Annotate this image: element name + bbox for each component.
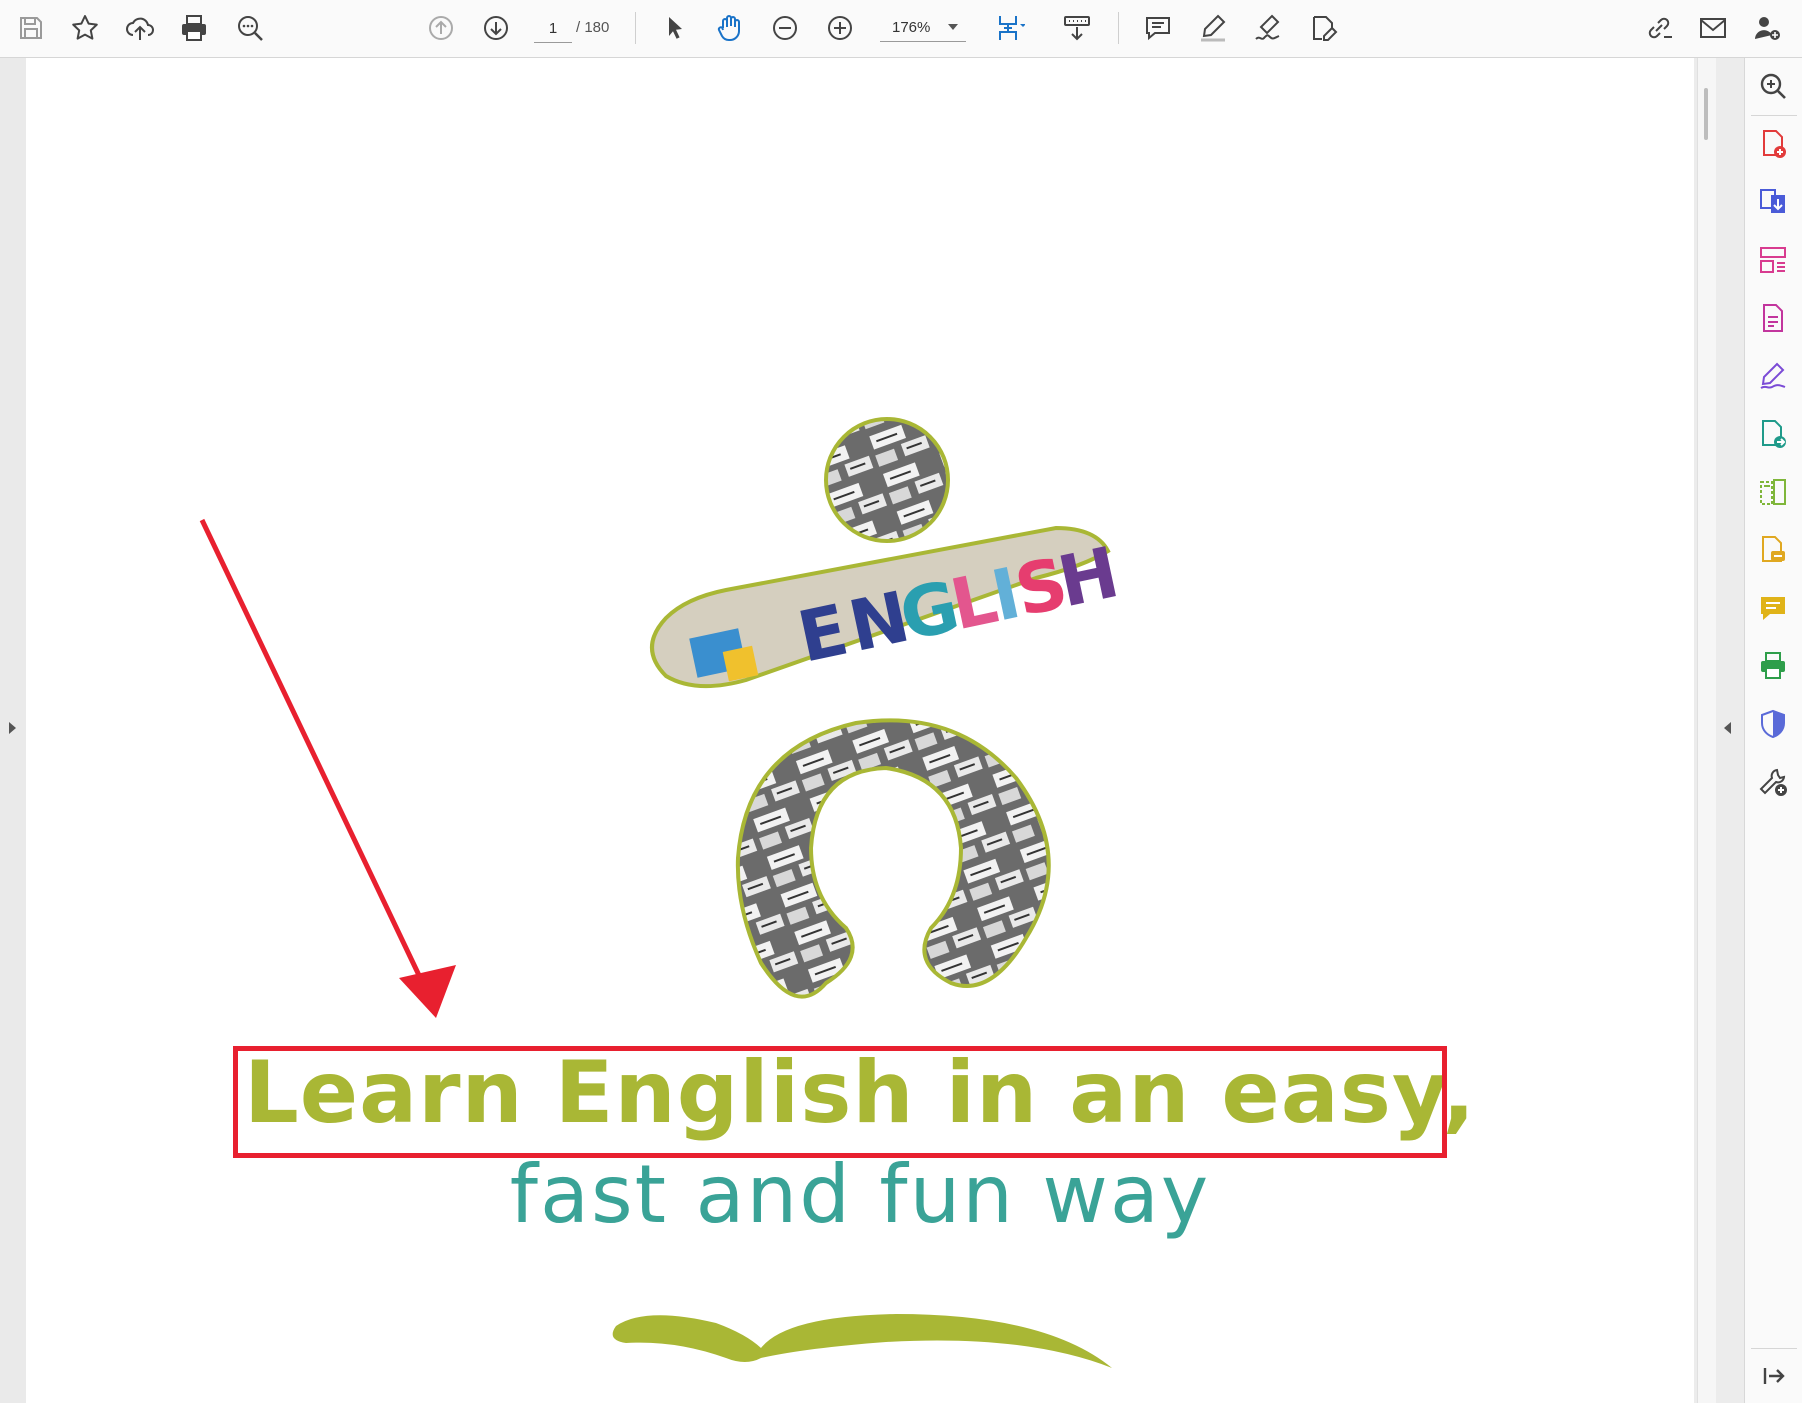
- hand-icon[interactable]: [712, 10, 748, 46]
- fill-sign-icon[interactable]: [1753, 356, 1793, 396]
- email-icon[interactable]: [1695, 10, 1731, 46]
- print-icon[interactable]: [176, 10, 212, 46]
- edit-text-icon[interactable]: [1305, 10, 1341, 46]
- toolbar-divider: [1118, 12, 1119, 44]
- left-navigation-gutter: [0, 58, 26, 1403]
- page-total-label: / 180: [576, 19, 610, 36]
- zoom-out-icon[interactable]: [767, 10, 803, 46]
- zoom-in-icon[interactable]: [822, 10, 858, 46]
- organize-pages-icon[interactable]: [1753, 240, 1793, 280]
- subline-text: fast and fun way: [509, 1148, 1211, 1241]
- page-down-icon[interactable]: [478, 10, 514, 46]
- scroll-mode-icon[interactable]: [1059, 10, 1095, 46]
- pane-divider: [1751, 1348, 1797, 1349]
- create-pdf-icon[interactable]: [1753, 124, 1793, 164]
- pane-divider: [1751, 115, 1797, 116]
- collapse-pane-icon[interactable]: [1753, 1356, 1793, 1396]
- tools-pane: [1744, 58, 1802, 1403]
- comment-tool-icon[interactable]: [1753, 588, 1793, 628]
- logo-head-shape: [824, 417, 950, 543]
- compare-files-icon[interactable]: [1753, 472, 1793, 512]
- save-icon[interactable]: [13, 10, 49, 46]
- main-toolbar: 1 / 180 176%: [0, 0, 1802, 58]
- vertical-scrollbar[interactable]: [1697, 58, 1716, 1403]
- chevron-down-icon[interactable]: [948, 24, 958, 30]
- export-pdf-icon[interactable]: [1753, 298, 1793, 338]
- expand-left-pane-icon[interactable]: [9, 722, 16, 734]
- convert-pdf-icon[interactable]: [1753, 182, 1793, 222]
- select-cursor-icon[interactable]: [657, 10, 693, 46]
- logo-body-ring: [735, 718, 1051, 999]
- send-review-icon[interactable]: [1753, 414, 1793, 454]
- highlight-icon[interactable]: [1195, 10, 1231, 46]
- request-sign-icon[interactable]: [1753, 530, 1793, 570]
- comment-icon[interactable]: [1140, 10, 1176, 46]
- search-icon[interactable]: [232, 10, 268, 46]
- add-user-icon[interactable]: [1749, 10, 1785, 46]
- fit-page-icon[interactable]: [992, 10, 1028, 46]
- annotation-highlight-box: [233, 1046, 1447, 1158]
- bookmark-star-icon[interactable]: [67, 10, 103, 46]
- print-production-icon[interactable]: [1753, 646, 1793, 686]
- page-up-icon[interactable]: [423, 10, 459, 46]
- collapse-right-pane-icon[interactable]: [1724, 722, 1731, 734]
- protect-shield-icon[interactable]: [1753, 704, 1793, 744]
- page-number-input[interactable]: 1: [534, 14, 572, 43]
- pdf-page: E N G L I S H Learn English in an easy, …: [26, 58, 1694, 1403]
- decorative-swoosh: [612, 1314, 1112, 1368]
- annotation-arrow-line: [199, 518, 429, 992]
- annotation-arrow-head: [399, 965, 456, 1018]
- sign-icon[interactable]: [1250, 10, 1286, 46]
- toolbar-divider: [635, 12, 636, 44]
- more-tools-icon[interactable]: [1753, 762, 1793, 802]
- scrollbar-thumb[interactable]: [1704, 88, 1708, 140]
- link-share-icon[interactable]: [1641, 10, 1677, 46]
- zoom-search-icon[interactable]: [1753, 66, 1793, 106]
- cloud-upload-icon[interactable]: [122, 10, 158, 46]
